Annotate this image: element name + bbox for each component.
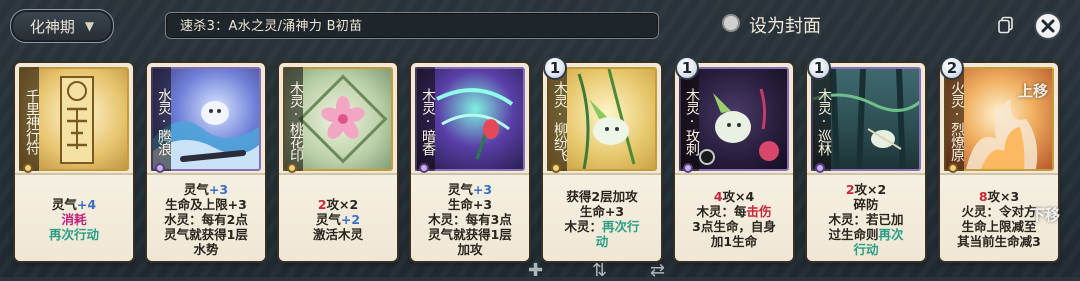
card-name: 木灵·柳纷飞 xyxy=(547,67,568,171)
desc-text: 攻×3 xyxy=(987,189,1020,204)
card-description: 获得2层加攻 生命+3 木灵：再次行 动 xyxy=(543,173,661,261)
move-down-button[interactable]: 下移 xyxy=(1030,204,1060,225)
card-gem-icon xyxy=(419,163,429,173)
desc-value: +3 xyxy=(208,181,229,197)
radio-icon[interactable] xyxy=(722,14,740,32)
desc-value: +4 xyxy=(76,196,97,212)
copy-icon xyxy=(998,16,1013,34)
desc-text: 加1生命 xyxy=(710,234,758,249)
card-gem-icon xyxy=(683,163,693,173)
stage-label: 化神期 xyxy=(29,17,75,36)
card-description: 4攻×4 木灵：每击伤 3点生命，自身 加1生命 xyxy=(675,173,793,261)
desc-text: 其当前生命减3 xyxy=(957,234,1041,249)
card-description: 2攻×2 灵气+2 激活木灵 xyxy=(279,173,397,261)
card-gem-icon xyxy=(815,163,825,173)
desc-keyword: 击伤 xyxy=(746,204,772,219)
desc-keyword: 行动 xyxy=(853,241,879,257)
card-level-badge: 2 xyxy=(940,56,964,80)
card-gem-icon xyxy=(287,163,297,173)
stage-dropdown[interactable]: 化神期 ▼ xyxy=(10,9,114,43)
card-name: 木灵·巡林 xyxy=(811,67,832,171)
desc-text: 水势 xyxy=(193,241,219,257)
card-description: 灵气+4 消耗 再次行动 xyxy=(15,173,133,261)
desc-value: 4 xyxy=(713,189,723,204)
desc-value: 2 xyxy=(317,196,327,212)
card-6[interactable]: 木灵·玫刺 4攻×4 木灵：每击伤 3点生命，自身 加1生命 xyxy=(675,63,793,261)
desc-keyword: 再次 xyxy=(878,226,904,242)
desc-text: 水灵：每有2点 xyxy=(164,211,248,227)
desc-text: 碎防 xyxy=(853,196,879,212)
desc-text: 生命上限减至 xyxy=(961,219,1037,234)
card-name: 木灵·玫刺 xyxy=(679,67,700,171)
desc-text: 激活木灵 xyxy=(312,226,363,242)
desc-text: 火灵：令对方 xyxy=(961,204,1037,219)
close-button[interactable] xyxy=(1034,12,1062,40)
desc-keyword: 动 xyxy=(595,234,609,249)
desc-text: 获得2层加攻 xyxy=(566,189,638,204)
desc-text: 木灵： xyxy=(564,219,602,234)
desc-value: +2 xyxy=(340,211,361,227)
card-name: 水灵·腾浪 xyxy=(151,67,172,171)
desc-text: 灵气就获得1层 xyxy=(428,226,512,242)
add-icon[interactable]: ✚ xyxy=(528,260,543,281)
card-7[interactable]: 木灵·巡林 2攻×2 碎防 木灵：若已加 过生命则再次 行动 xyxy=(807,63,925,261)
desc-text: 灵气就获得1层 xyxy=(164,226,248,242)
desc-text: 灵气 xyxy=(315,211,341,227)
card-level-badge: 1 xyxy=(543,56,567,80)
chevron-down-icon: ▼ xyxy=(84,19,95,33)
strategy-name-input[interactable]: 速杀3：A水之灵/涌神力 B初苗 xyxy=(165,12,659,39)
card-name: 火灵·烈燎原 xyxy=(944,67,965,171)
desc-text: 木灵：每有3点 xyxy=(428,211,512,227)
card-level-badge: 1 xyxy=(675,56,699,80)
card-name: 千里神行符 xyxy=(19,67,40,171)
desc-text: 生命+3 xyxy=(579,204,625,219)
card-2[interactable]: 水灵·腾浪 灵气+3 生命及上限+3 水灵：每有2点 灵气就获得1层 水势 xyxy=(147,63,265,261)
desc-value: +3 xyxy=(472,181,493,197)
desc-value: 8 xyxy=(978,189,988,204)
card-level-badge: 1 xyxy=(807,56,831,80)
close-icon xyxy=(1041,19,1055,33)
desc-keyword: 再次行 xyxy=(602,219,640,234)
desc-text: 生命+3 xyxy=(447,196,493,212)
card-name: 木灵·暗香 xyxy=(415,67,436,171)
card-gem-icon xyxy=(551,163,561,173)
card-description: 2攻×2 碎防 木灵：若已加 过生命则再次 行动 xyxy=(807,173,925,261)
card-5[interactable]: 木灵·柳纷飞 获得2层加攻 生命+3 木灵：再次行 动 xyxy=(543,63,661,261)
move-up-button[interactable]: 上移 xyxy=(1018,80,1048,101)
desc-text: 过生命则 xyxy=(828,226,879,242)
card-3[interactable]: 木灵·桃花印 2攻×2 灵气+2 激活木灵 xyxy=(279,63,397,261)
card-description: 灵气+3 生命+3 木灵：每有3点 灵气就获得1层 加攻 xyxy=(411,173,529,261)
desc-keyword: 再次行动 xyxy=(48,226,99,242)
card-gem-icon xyxy=(155,163,165,173)
desc-text: 木灵：若已加 xyxy=(828,211,904,227)
desc-text: 攻×2 xyxy=(326,196,359,212)
desc-text: 攻×2 xyxy=(854,181,887,197)
desc-text: 木灵：每 xyxy=(696,204,747,219)
card-gem-icon xyxy=(948,163,958,173)
desc-text: 生命及上限+3 xyxy=(165,196,247,212)
desc-keyword: 消耗 xyxy=(61,211,87,227)
set-cover-label[interactable]: 设为封面 xyxy=(749,12,821,38)
card-gem-icon xyxy=(23,163,33,173)
copy-button[interactable] xyxy=(995,14,1017,36)
card-description: 灵气+3 生命及上限+3 水灵：每有2点 灵气就获得1层 水势 xyxy=(147,173,265,261)
desc-text: 灵气 xyxy=(183,181,209,197)
desc-text: 灵气 xyxy=(447,181,473,197)
card-name: 木灵·桃花印 xyxy=(283,67,304,171)
card-1[interactable]: 千里神行符 灵气+4 消耗 再次行动 xyxy=(15,63,133,261)
desc-text: 3点生命，自身 xyxy=(692,219,776,234)
sort-icon[interactable]: ⇅ xyxy=(592,260,607,281)
card-4[interactable]: 木灵·暗香 灵气+3 生命+3 木灵：每有3点 灵气就获得1层 加攻 xyxy=(411,63,529,261)
desc-text: 攻×4 xyxy=(722,189,755,204)
desc-value: 2 xyxy=(845,181,855,197)
arrange-icon[interactable]: ⇄ xyxy=(650,260,665,281)
desc-text: 灵气 xyxy=(51,196,77,212)
desc-text: 加攻 xyxy=(457,241,483,257)
